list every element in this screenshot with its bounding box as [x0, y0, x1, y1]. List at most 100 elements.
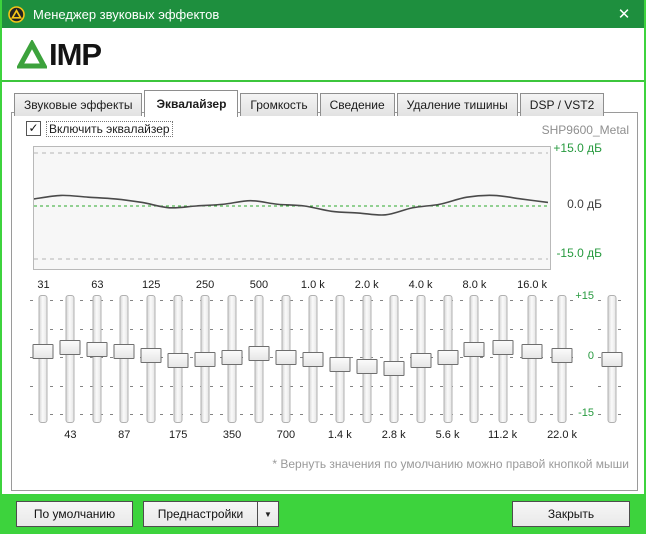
eq-band-250: 250 [192, 279, 219, 443]
band-slider-14-thumb[interactable] [410, 353, 432, 369]
eq-band-4.0k: 4.0 k [407, 279, 434, 443]
band-slider-4-thumb[interactable] [140, 347, 162, 363]
eq-band-43: 43 [57, 279, 84, 443]
eq-response-curve [33, 194, 549, 216]
band-slider-7-thumb[interactable] [221, 349, 243, 365]
eq-band-350: 350 [219, 279, 246, 443]
band-slider-1[interactable] [57, 293, 84, 423]
eq-band-175: 175 [165, 279, 192, 443]
band-slider-12-thumb[interactable] [356, 359, 378, 375]
band-slider-2-track[interactable] [92, 295, 102, 423]
header-separator [2, 80, 644, 82]
tab-item-0[interactable]: Звуковые эффекты [14, 93, 143, 116]
band-slider-10-thumb[interactable] [302, 351, 324, 367]
tab-item-5[interactable]: DSP / VST2 [519, 93, 605, 116]
freq-label-bottom: 1.4 k [327, 429, 352, 441]
tab-strip: Звуковые эффекты Эквалайзер Громкость Сведе… [14, 89, 606, 117]
tab-item-4[interactable]: Удаление тишины [396, 93, 518, 116]
band-slider-17-track[interactable] [498, 295, 508, 423]
tab-item-2[interactable]: Громкость [240, 93, 318, 116]
band-slider-7[interactable] [219, 293, 246, 423]
band-slider-3-track[interactable] [119, 295, 129, 423]
defaults-button[interactable]: По умолчанию [16, 501, 133, 527]
eq-band-31: 31 [30, 279, 57, 443]
band-slider-6-thumb[interactable] [194, 351, 216, 367]
freq-label-bottom: 2.8 k [381, 429, 406, 441]
close-dialog-button[interactable]: Закрыть [512, 501, 630, 527]
band-slider-9[interactable] [272, 293, 299, 423]
band-slider-17[interactable] [488, 293, 517, 423]
band-slider-17-thumb[interactable] [492, 340, 514, 356]
window-title: Менеджер звуковых эффектов [33, 6, 220, 22]
band-slider-1-track[interactable] [65, 295, 75, 423]
eq-band-5.6k: 5.6 k [434, 279, 461, 443]
presets-dropdown-arrow-icon[interactable]: ▼ [257, 502, 278, 526]
aimp-logo-triangle-icon [17, 40, 47, 69]
preamp-scale: +15 0 -15 [568, 290, 594, 423]
band-slider-15-thumb[interactable] [437, 349, 459, 365]
enable-equalizer-checkbox[interactable]: ✓ [26, 121, 41, 136]
presets-button-label[interactable]: Преднастройки [144, 507, 257, 521]
tab-item-1[interactable]: Эквалайзер [144, 90, 239, 117]
current-preset-name: SHP9600_Metal [541, 123, 629, 137]
freq-label-top: 500 [249, 279, 269, 291]
preamp-slider-cell [598, 293, 626, 423]
freq-label-bottom: 700 [276, 429, 296, 441]
footer-bar: По умолчанию Преднастройки ▼ Закрыть [2, 494, 644, 532]
scale-label-plus15: +15 [575, 290, 594, 302]
freq-label-top: 63 [91, 279, 104, 291]
freq-label-top: 2.0 k [354, 279, 379, 291]
band-slider-13[interactable] [380, 293, 407, 423]
band-slider-0-thumb[interactable] [32, 343, 54, 359]
band-slider-4[interactable] [138, 293, 165, 423]
freq-label-bottom: 87 [118, 429, 131, 441]
band-slider-16-track[interactable] [469, 295, 479, 423]
band-slider-3[interactable] [111, 293, 138, 423]
graph-label-plus15: +15.0 дБ [553, 141, 602, 155]
band-slider-11[interactable] [326, 293, 353, 423]
close-icon[interactable]: ✕ [612, 4, 636, 24]
eq-band-1.4k: 1.4 k [326, 279, 353, 443]
band-slider-0-track[interactable] [38, 295, 48, 423]
band-slider-8-thumb[interactable] [248, 345, 270, 361]
band-slider-5[interactable] [165, 293, 192, 423]
band-slider-18-thumb[interactable] [521, 343, 543, 359]
preamp-slider-thumb[interactable] [601, 351, 623, 367]
band-slider-5-thumb[interactable] [167, 353, 189, 369]
presets-split-button[interactable]: Преднастройки ▼ [143, 501, 279, 527]
graph-label-zero: 0.0 дБ [567, 197, 602, 211]
enable-equalizer-label[interactable]: Включить эквалайзер [46, 120, 173, 137]
band-slider-6[interactable] [192, 293, 219, 423]
freq-label-top: 1.0 k [300, 279, 325, 291]
freq-label-top: 125 [142, 279, 161, 291]
band-slider-2[interactable] [84, 293, 111, 423]
band-slider-10[interactable] [299, 293, 326, 423]
scale-label-zero: 0 [587, 350, 594, 362]
eq-band-2.0k: 2.0 k [353, 279, 380, 443]
band-slider-0[interactable] [30, 293, 57, 423]
reset-hint-text: * Вернуть значения по умолчанию можно пр… [272, 457, 629, 471]
band-slider-8[interactable] [246, 293, 273, 423]
band-slider-12[interactable] [353, 293, 380, 423]
eq-band-700: 700 [272, 279, 299, 443]
band-slider-9-thumb[interactable] [275, 349, 297, 365]
tab-item-3[interactable]: Сведение [319, 93, 395, 116]
freq-label-bottom: 11.2 k [487, 429, 518, 441]
band-slider-11-thumb[interactable] [329, 357, 351, 373]
band-slider-16-thumb[interactable] [463, 342, 485, 357]
band-slider-2-thumb[interactable] [86, 342, 108, 357]
graph-label-minus15: -15.0 дБ [556, 246, 602, 260]
freq-label-bottom: 5.6 k [435, 429, 460, 441]
band-slider-13-track[interactable] [389, 295, 399, 423]
preamp-slider[interactable] [598, 293, 626, 423]
band-slider-18-track[interactable] [527, 295, 537, 423]
band-slider-3-thumb[interactable] [113, 343, 135, 359]
band-slider-1-thumb[interactable] [59, 340, 81, 356]
eq-band-1.0k: 1.0 k [299, 279, 326, 443]
aimp-tray-icon [8, 5, 25, 23]
band-slider-16[interactable] [461, 293, 488, 423]
band-slider-14[interactable] [407, 293, 434, 423]
band-slider-15[interactable] [434, 293, 461, 423]
band-slider-18[interactable] [517, 293, 547, 423]
band-slider-13-thumb[interactable] [383, 361, 405, 376]
